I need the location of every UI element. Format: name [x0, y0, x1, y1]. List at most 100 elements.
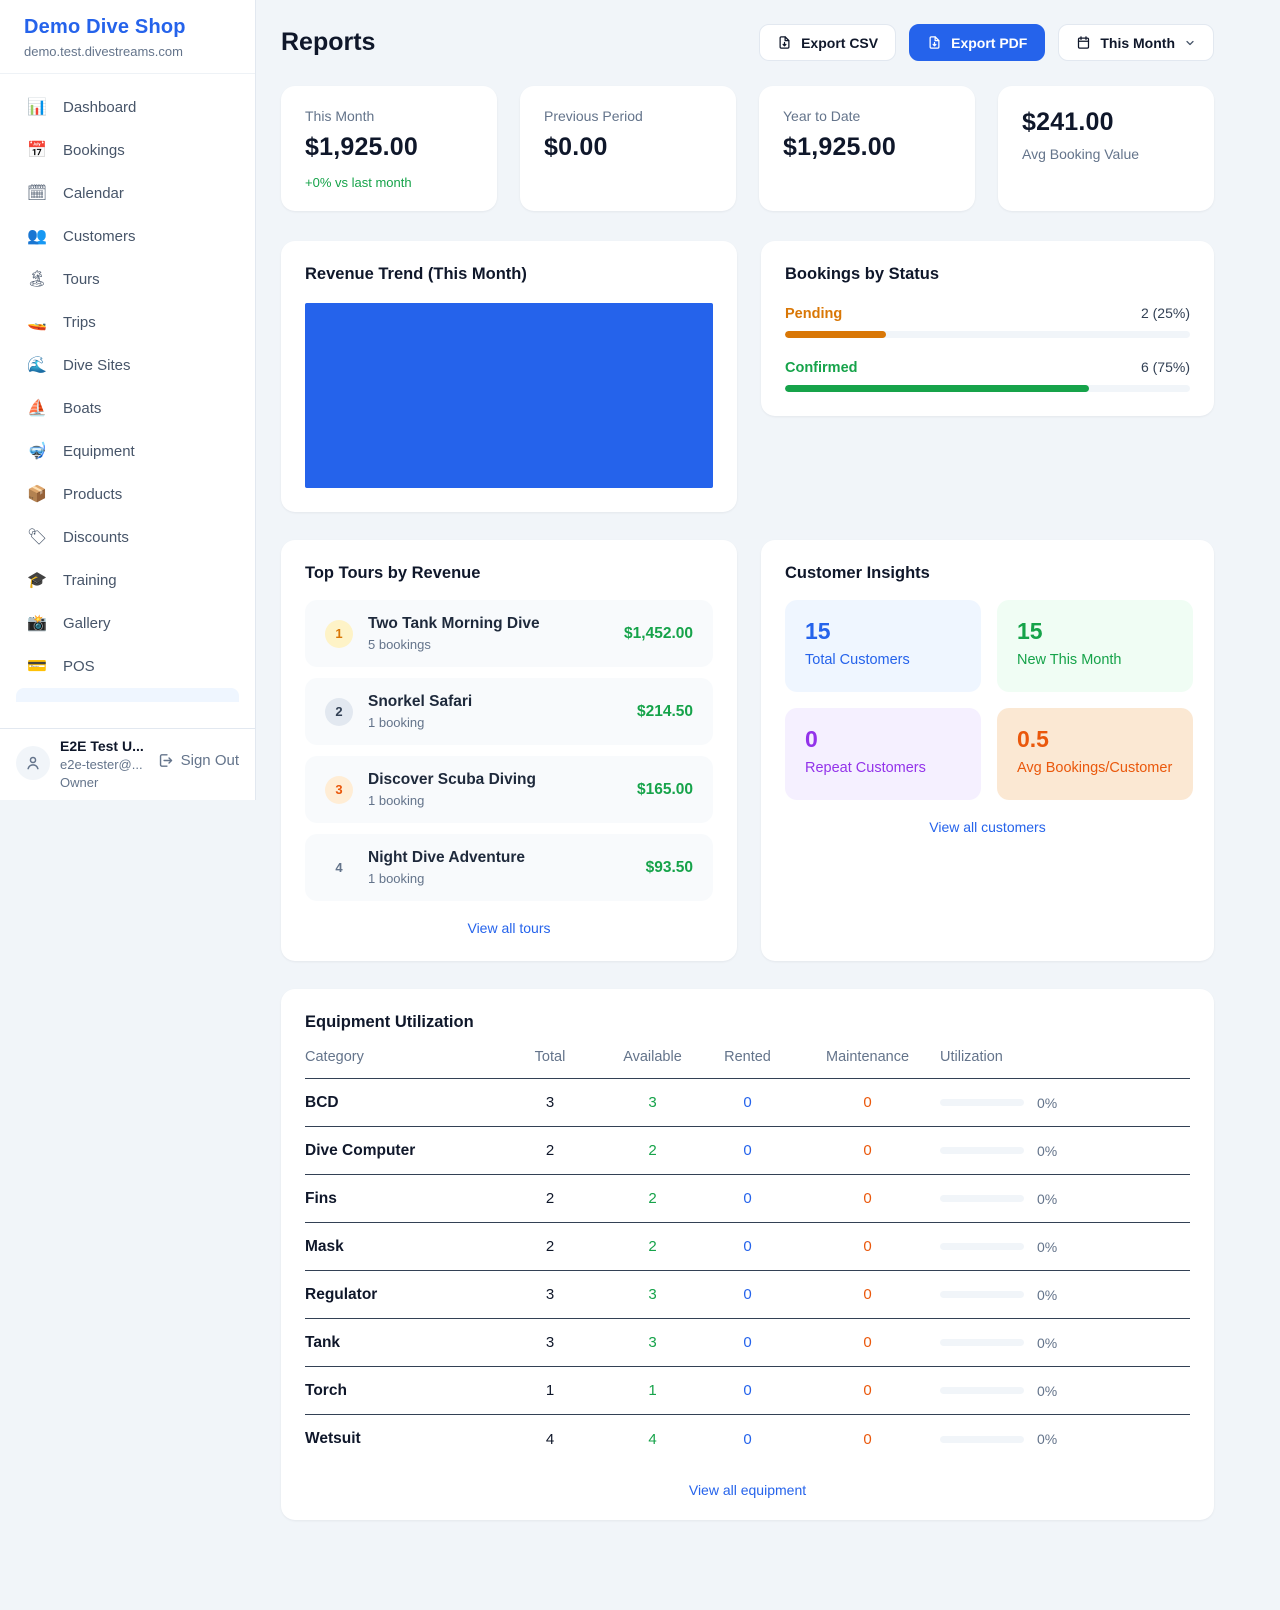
table-row: Fins 2 2 0 0 0% [305, 1175, 1190, 1223]
sidebar-item-pos[interactable]: 💳 POS [16, 645, 239, 688]
view-all-equipment-link[interactable]: View all equipment [305, 1482, 1190, 1498]
tour-name: Two Tank Morning Dive [368, 615, 540, 633]
sidebar-item-gallery[interactable]: 📸 Gallery [16, 602, 239, 645]
cell-available: 1 [605, 1382, 700, 1399]
insight-value: 0 [805, 726, 961, 753]
rank-badge: 2 [325, 698, 353, 726]
person-icon [24, 754, 42, 772]
sidebar-item-calendar[interactable]: 🗓 Calendar [16, 172, 239, 215]
table-row: Regulator 3 3 0 0 0% [305, 1271, 1190, 1319]
sidebar-item-label: Trips [63, 314, 96, 331]
sidebar-item-tours[interactable]: 🏝 Tours [16, 258, 239, 301]
tag-icon: 🏷 [26, 530, 48, 546]
progress-fill [785, 385, 1089, 392]
view-all-customers-link[interactable]: View all customers [785, 819, 1190, 835]
utilization-percent: 0% [1037, 1143, 1057, 1159]
cell-utilization: 0% [940, 1095, 1190, 1111]
insight-grid: 15 Total Customers 15 New This Month 0 R… [785, 600, 1190, 800]
status-value: 2 (25%) [1141, 305, 1190, 321]
sidebar-item-training[interactable]: 🎓 Training [16, 559, 239, 602]
cell-utilization: 0% [940, 1383, 1190, 1399]
cell-category: Torch [305, 1382, 495, 1400]
cell-utilization: 0% [940, 1191, 1190, 1207]
cell-utilization: 0% [940, 1287, 1190, 1303]
list-item: 2 Snorkel Safari 1 booking $214.50 [305, 678, 713, 745]
equipment-utilization-card: Equipment Utilization Category Total Ava… [281, 989, 1214, 1520]
sidebar-item-active-partial[interactable] [16, 688, 239, 702]
insight-tile-repeat-customers: 0 Repeat Customers [785, 708, 981, 800]
cell-rented: 0 [700, 1238, 795, 1255]
dashboard-icon: 📊 [26, 100, 48, 116]
view-all-tours-link[interactable]: View all tours [305, 920, 713, 936]
utilization-bar [940, 1387, 1024, 1394]
sidebar-item-discounts[interactable]: 🏷 Discounts [16, 516, 239, 559]
revenue-trend-card: Revenue Trend (This Month) [281, 241, 737, 512]
cell-total: 2 [495, 1238, 605, 1255]
export-csv-label: Export CSV [801, 35, 878, 51]
sidebar-item-dashboard[interactable]: 📊 Dashboard [16, 86, 239, 129]
tour-bookings: 1 booking [368, 715, 472, 730]
sidebar-item-customers[interactable]: 👥 Customers [16, 215, 239, 258]
sidebar-item-equipment[interactable]: 🤿 Equipment [16, 430, 239, 473]
cell-utilization: 0% [940, 1431, 1190, 1447]
cell-category: Fins [305, 1190, 495, 1208]
cell-rented: 0 [700, 1142, 795, 1159]
sidebar-item-label: Tours [63, 271, 100, 288]
sidebar-item-trips[interactable]: 🚤 Trips [16, 301, 239, 344]
cell-utilization: 0% [940, 1143, 1190, 1159]
column-header: Category [305, 1049, 495, 1065]
cell-total: 1 [495, 1382, 605, 1399]
user-section: E2E Test U... e2e-tester@... Owner Sign … [0, 728, 255, 800]
revenue-trend-title: Revenue Trend (This Month) [305, 265, 713, 284]
status-row-pending: Pending 2 (25%) [785, 305, 1190, 338]
insight-value: 0.5 [1017, 726, 1173, 753]
cell-available: 2 [605, 1190, 700, 1207]
bookings-calendar-icon: 📅 [26, 143, 48, 159]
sidebar-item-dive-sites[interactable]: 🌊 Dive Sites [16, 344, 239, 387]
sidebar-item-label: Training [63, 572, 117, 589]
progress-track [785, 331, 1190, 338]
tour-revenue: $93.50 [646, 859, 693, 877]
shop-domain: demo.test.divestreams.com [24, 44, 231, 59]
cell-maintenance: 0 [795, 1094, 940, 1111]
sidebar-item-label: Calendar [63, 185, 124, 202]
stat-card-previous-period: Previous Period $0.00 [520, 86, 736, 211]
status-label: Pending [785, 306, 842, 322]
shop-title: Demo Dive Shop [24, 16, 231, 39]
utilization-bar [940, 1099, 1024, 1106]
calendar-icon [1076, 35, 1091, 50]
insight-label: Repeat Customers [805, 760, 961, 776]
cell-total: 4 [495, 1431, 605, 1448]
utilization-bar [940, 1195, 1024, 1202]
period-dropdown[interactable]: This Month [1058, 24, 1214, 61]
column-header: Maintenance [795, 1049, 940, 1065]
cell-total: 2 [495, 1142, 605, 1159]
logout-icon [157, 752, 174, 769]
stat-card-this-month: This Month $1,925.00 +0% vs last month [281, 86, 497, 211]
table-row: Wetsuit 4 4 0 0 0% [305, 1415, 1190, 1463]
sidebar-item-products[interactable]: 📦 Products [16, 473, 239, 516]
graduation-cap-icon: 🎓 [26, 573, 48, 589]
sidebar-item-bookings[interactable]: 📅 Bookings [16, 129, 239, 172]
user-name: E2E Test U... [60, 738, 144, 754]
charts-row: Revenue Trend (This Month) Bookings by S… [281, 241, 1214, 512]
table-row: Dive Computer 2 2 0 0 0% [305, 1127, 1190, 1175]
tour-revenue: $1,452.00 [624, 625, 693, 643]
utilization-percent: 0% [1037, 1431, 1057, 1447]
stat-delta: +0% vs last month [305, 175, 473, 190]
sidebar-item-boats[interactable]: ⛵ Boats [16, 387, 239, 430]
utilization-percent: 0% [1037, 1191, 1057, 1207]
utilization-percent: 0% [1037, 1383, 1057, 1399]
utilization-percent: 0% [1037, 1239, 1057, 1255]
list-item: 1 Two Tank Morning Dive 5 bookings $1,45… [305, 600, 713, 667]
island-icon: 🏝 [26, 272, 48, 288]
export-csv-button[interactable]: Export CSV [759, 24, 896, 61]
cell-total: 3 [495, 1334, 605, 1351]
sign-out-button[interactable]: Sign Out [157, 752, 239, 769]
chevron-down-icon [1184, 37, 1196, 49]
cell-category: Mask [305, 1238, 495, 1256]
cell-total: 2 [495, 1190, 605, 1207]
export-pdf-button[interactable]: Export PDF [909, 24, 1045, 61]
tour-list: 1 Two Tank Morning Dive 5 bookings $1,45… [305, 600, 713, 901]
status-value: 6 (75%) [1141, 359, 1190, 375]
